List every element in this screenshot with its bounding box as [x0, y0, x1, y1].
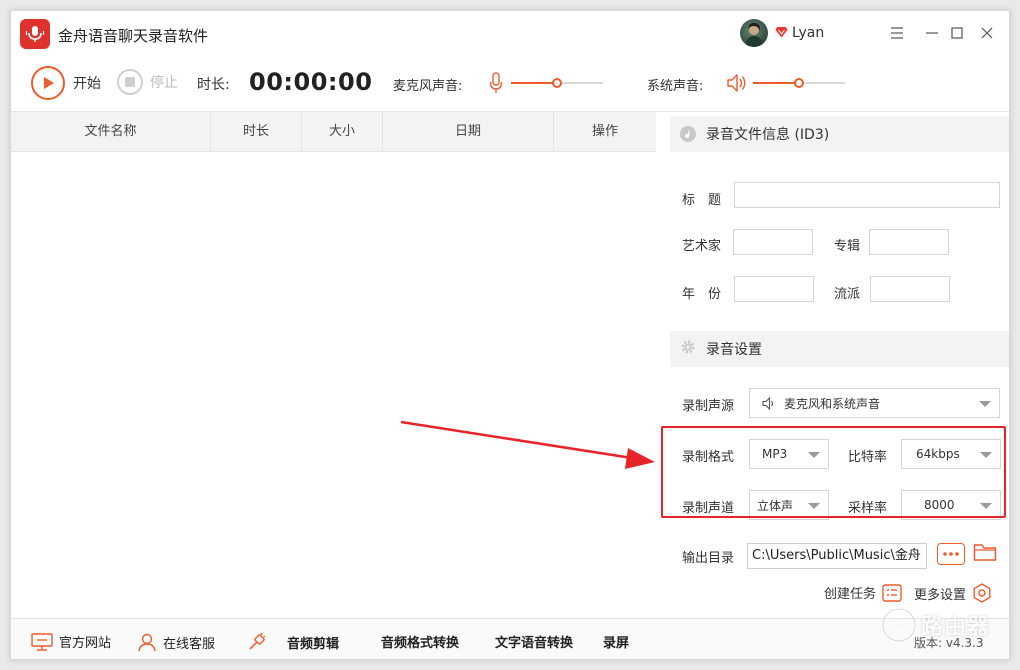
- screen-record-label: 录屏: [603, 636, 630, 651]
- album-input[interactable]: [869, 229, 949, 255]
- stop-button[interactable]: 停止: [117, 69, 178, 95]
- stop-label: 停止: [150, 75, 178, 91]
- app-title: 金舟语音聊天录音软件: [58, 27, 209, 45]
- play-icon: [31, 66, 65, 100]
- output-dir-input[interactable]: C:\Users\Public\Music\金舟: [747, 543, 927, 569]
- mic-volume-knob[interactable]: [552, 78, 562, 88]
- system-volume-fill: [753, 82, 799, 84]
- support-label: 在线客服: [163, 636, 216, 652]
- create-task-button[interactable]: 创建任务: [824, 583, 902, 602]
- monitor-icon: [31, 632, 53, 651]
- browse-more-button[interactable]: [937, 543, 965, 565]
- source-select[interactable]: 麦克风和系统声音: [749, 388, 1000, 418]
- task-list-icon: [882, 583, 902, 602]
- system-volume-label: 系统声音:: [647, 79, 704, 94]
- artist-label: 艺术家: [682, 239, 722, 254]
- duration-value: 00:00:00: [249, 68, 373, 96]
- settings-gear-icon: [972, 583, 992, 603]
- gear-icon: [680, 339, 696, 359]
- highlight-box: [661, 426, 1006, 518]
- watermark: 路由器: [881, 607, 990, 643]
- format-convert-link[interactable]: 音频格式转换: [375, 632, 459, 651]
- output-dir-label: 输出目录: [682, 551, 735, 566]
- create-task-label: 创建任务: [824, 587, 877, 602]
- id3-section-title: 录音文件信息 (ID3): [706, 127, 830, 143]
- more-settings-button[interactable]: 更多设置: [914, 583, 992, 603]
- user-name[interactable]: Lyan: [792, 25, 824, 41]
- app-window: 金舟语音聊天录音软件 Lyan 开始 停止 时长: 00:00:00 麦克风声音…: [10, 10, 1010, 660]
- audio-edit-link[interactable]: 音频剪辑: [247, 632, 339, 652]
- app-logo-icon: [20, 19, 50, 49]
- tts-label: 文字语音转换: [495, 636, 574, 651]
- album-label: 专辑: [834, 239, 861, 254]
- mic-volume-label: 麦克风声音:: [393, 79, 463, 94]
- record-toolbar: 开始 停止 时长: 00:00:00 麦克风声音: 系统声音:: [11, 57, 1009, 112]
- more-settings-label: 更多设置: [914, 587, 967, 603]
- tts-link[interactable]: 文字语音转换: [489, 632, 573, 651]
- speaker-icon: [726, 73, 748, 97]
- system-volume-slider[interactable]: [753, 76, 845, 90]
- maximize-icon[interactable]: [947, 23, 967, 43]
- screen-record-link[interactable]: 录屏: [597, 632, 629, 651]
- system-volume-knob[interactable]: [794, 78, 804, 88]
- year-label: 年 份: [682, 287, 722, 302]
- column-header-date[interactable]: 日期: [383, 112, 554, 152]
- source-select-value: 麦克风和系统声音: [784, 396, 881, 411]
- record-settings-header: 录音设置: [670, 331, 1009, 367]
- music-note-icon: [680, 126, 696, 142]
- minimize-icon[interactable]: [922, 23, 942, 43]
- user-avatar[interactable]: [740, 19, 768, 47]
- chevron-down-icon: [979, 401, 991, 407]
- record-settings-title: 录音设置: [706, 342, 762, 358]
- watermark-logo-icon: [881, 607, 917, 643]
- audio-edit-label: 音频剪辑: [287, 636, 340, 652]
- stop-icon: [117, 69, 143, 95]
- table-header: 文件名称 时长 大小 日期 操作: [11, 112, 656, 152]
- source-label: 录制声源: [682, 399, 735, 414]
- title-bar: 金舟语音聊天录音软件 Lyan: [11, 11, 1009, 57]
- speaker-small-icon: [762, 396, 776, 410]
- column-header-size[interactable]: 大小: [302, 112, 383, 152]
- footer-bar: 官方网站 在线客服 音频剪辑 音频格式转换 文字语音转换 录屏 版本: v4.3…: [11, 618, 1009, 659]
- customer-service-icon: [137, 632, 157, 652]
- title-label: 标 题: [682, 193, 722, 208]
- microphone-icon: [489, 72, 503, 98]
- format-convert-label: 音频格式转换: [381, 636, 460, 651]
- duration-label: 时长:: [197, 77, 230, 93]
- support-link[interactable]: 在线客服: [137, 632, 215, 652]
- genre-input[interactable]: [870, 276, 950, 302]
- column-header-actions[interactable]: 操作: [554, 112, 656, 152]
- menu-icon[interactable]: [887, 23, 907, 43]
- column-header-filename[interactable]: 文件名称: [11, 112, 211, 152]
- mic-volume-fill: [511, 82, 557, 84]
- watermark-text: 路由器: [921, 615, 991, 640]
- title-input[interactable]: [734, 182, 1000, 208]
- open-folder-icon[interactable]: [973, 542, 997, 566]
- year-input[interactable]: [734, 276, 814, 302]
- column-header-duration[interactable]: 时长: [211, 112, 302, 152]
- file-table: 文件名称 时长 大小 日期 操作: [11, 112, 656, 618]
- mic-volume-slider[interactable]: [511, 76, 603, 90]
- close-icon[interactable]: [977, 23, 997, 43]
- start-button[interactable]: 开始: [31, 66, 101, 100]
- website-link[interactable]: 官方网站: [31, 632, 111, 651]
- artist-input[interactable]: [733, 229, 813, 255]
- id3-section-header: 录音文件信息 (ID3): [670, 116, 1009, 152]
- genre-label: 流派: [834, 287, 861, 302]
- start-label: 开始: [73, 76, 101, 92]
- audio-edit-icon: [247, 632, 267, 652]
- website-label: 官方网站: [59, 636, 112, 651]
- vip-diamond-icon: [775, 26, 788, 42]
